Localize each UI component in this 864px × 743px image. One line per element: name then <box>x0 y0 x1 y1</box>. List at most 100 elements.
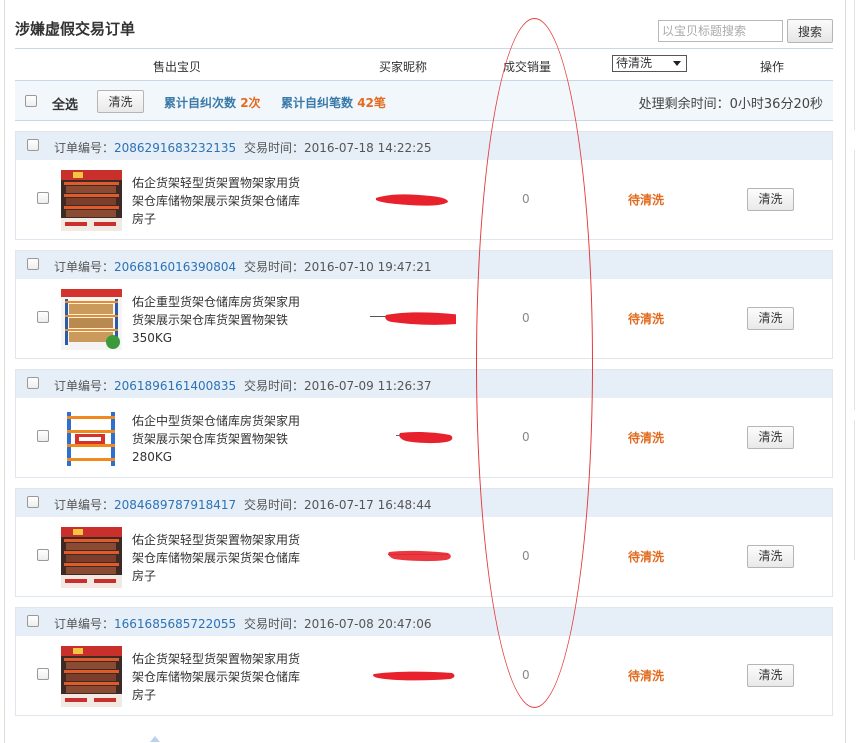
column-header: 售出宝贝 买家昵称 成交销量 待清洗 操作 <box>15 48 833 80</box>
page-title: 涉嫌虚假交易订单 <box>15 20 136 38</box>
order-number-link[interactable]: 2084689787918417 <box>114 498 236 512</box>
trade-time-label: 交易时间： <box>244 379 305 393</box>
order-number-link[interactable]: 2086291683232135 <box>114 141 236 155</box>
order-card: 订单编号：2066816016390804 交易时间：2016-07-10 19… <box>15 250 833 359</box>
remaining-time-value: 0小时36分20秒 <box>729 97 823 112</box>
sales-count: 0 <box>522 549 530 563</box>
order-number-label: 订单编号： <box>54 498 115 512</box>
buyer-nickname-redacted <box>396 431 453 444</box>
product-title-link[interactable]: 佑企中型货架仓储库房货架家用货架展示架仓库货架置物架铁280KG <box>132 412 310 466</box>
order-card: 订单编号：2061896161400835 交易时间：2016-07-09 11… <box>15 369 833 478</box>
product-thumbnail[interactable] <box>61 170 122 231</box>
correction-times-value: 2次 <box>240 96 261 110</box>
status-badge: 待清洗 <box>628 669 665 683</box>
item-checkbox[interactable] <box>37 430 49 442</box>
buyer-nickname-redacted <box>376 194 448 206</box>
order-number-label: 订单编号： <box>54 141 115 155</box>
trade-time: 2016-07-09 11:26:37 <box>304 379 432 393</box>
product-title-link[interactable]: 佑企货架轻型货架置物架家用货架仓库储物架展示架货架仓储库房子 <box>132 650 310 704</box>
order-number-link[interactable]: 2066816016390804 <box>114 260 236 274</box>
shelf-product-image <box>61 527 122 588</box>
clean-button[interactable]: 清洗 <box>747 307 794 330</box>
column-sales: 成交销量 <box>503 60 552 74</box>
product-title-link[interactable]: 佑企货架轻型货架置物架家用货架仓库储物架展示架货架仓储库房子 <box>132 531 310 585</box>
order-header: 订单编号：2084689787918417 交易时间：2016-07-17 16… <box>16 489 832 517</box>
trade-time: 2016-07-18 14:22:25 <box>304 141 432 155</box>
shelf-product-image <box>61 289 122 350</box>
order-card: 订单编号：2084689787918417 交易时间：2016-07-17 16… <box>15 488 833 597</box>
trade-time: 2016-07-10 19:47:21 <box>304 260 432 274</box>
correction-times-stat: 累计自纠次数 2次 <box>164 94 261 111</box>
buyer-nickname-redacted <box>373 671 455 681</box>
batch-clean-button[interactable]: 清洗 <box>97 90 144 113</box>
trade-time-label: 交易时间： <box>244 617 305 631</box>
sales-count: 0 <box>522 192 530 206</box>
item-checkbox[interactable] <box>37 192 49 204</box>
column-action: 操作 <box>760 60 785 74</box>
product-thumbnail[interactable] <box>61 408 122 469</box>
search-input[interactable] <box>658 20 783 42</box>
search-button[interactable]: 搜索 <box>787 19 833 43</box>
correction-times-label: 累计自纠次数 <box>164 96 237 110</box>
scroll-up-arrow-icon[interactable] <box>150 736 160 742</box>
select-all-checkbox[interactable] <box>25 95 37 107</box>
status-badge: 待清洗 <box>628 550 665 564</box>
trade-time-label: 交易时间： <box>244 498 305 512</box>
right-edge-panel <box>852 0 864 743</box>
order-number-link[interactable]: 2061896161400835 <box>114 379 236 393</box>
item-checkbox[interactable] <box>37 311 49 323</box>
item-checkbox[interactable] <box>37 668 49 680</box>
product-thumbnail[interactable] <box>61 527 122 588</box>
status-filter-value: 待清洗 <box>616 56 653 70</box>
clean-button[interactable]: 清洗 <box>747 188 794 211</box>
buyer-nickname-redacted <box>370 312 456 325</box>
product-thumbnail[interactable] <box>61 289 122 350</box>
clean-button[interactable]: 清洗 <box>747 664 794 687</box>
item-checkbox[interactable] <box>37 549 49 561</box>
order-checkbox[interactable] <box>27 258 39 270</box>
select-all-label: 全选 <box>52 98 79 113</box>
order-card: 订单编号：2086291683232135 交易时间：2016-07-18 14… <box>15 131 833 240</box>
correction-count-label: 累计自纠笔数 <box>281 96 354 110</box>
chevron-down-icon <box>673 61 681 66</box>
remaining-time: 处理剩余时间：0小时36分20秒 <box>639 93 823 112</box>
order-checkbox[interactable] <box>27 377 39 389</box>
product-title-link[interactable]: 佑企重型货架仓储库房货架家用货架展示架仓库货架置物架铁350KG <box>132 293 310 347</box>
status-filter-select[interactable]: 待清洗 <box>612 55 687 72</box>
order-header: 订单编号：2086291683232135 交易时间：2016-07-18 14… <box>16 132 832 160</box>
trade-time: 2016-07-08 20:47:06 <box>304 617 432 631</box>
buyer-nickname-redacted <box>388 550 451 562</box>
batch-toolbar: 全选 清洗 累计自纠次数 2次 累计自纠笔数 42笔 处理剩余时间：0小时36分… <box>15 80 833 121</box>
order-number-label: 订单编号： <box>54 379 115 393</box>
sales-count: 0 <box>522 668 530 682</box>
product-title-link[interactable]: 佑企货架轻型货架置物架家用货架仓库储物架展示架货架仓储库房子 <box>132 174 310 228</box>
shelf-product-image <box>61 170 122 231</box>
order-number-link[interactable]: 1661685685722055 <box>114 617 236 631</box>
order-checkbox[interactable] <box>27 139 39 151</box>
sales-count: 0 <box>522 430 530 444</box>
column-buyer: 买家昵称 <box>379 60 428 74</box>
order-number-label: 订单编号： <box>54 260 115 274</box>
correction-count-value: 42笔 <box>357 96 386 110</box>
shelf-product-image <box>61 408 122 469</box>
order-checkbox[interactable] <box>27 615 39 627</box>
trade-time-label: 交易时间： <box>244 141 305 155</box>
product-thumbnail[interactable] <box>61 646 122 707</box>
remaining-time-label: 处理剩余时间： <box>638 97 730 112</box>
order-header: 订单编号：2066816016390804 交易时间：2016-07-10 19… <box>16 251 832 279</box>
order-number-label: 订单编号： <box>54 617 115 631</box>
clean-button[interactable]: 清洗 <box>747 426 794 449</box>
trade-time-label: 交易时间： <box>244 260 305 274</box>
order-header: 订单编号：1661685685722055 交易时间：2016-07-08 20… <box>16 608 832 636</box>
order-card: 订单编号：1661685685722055 交易时间：2016-07-08 20… <box>15 607 833 716</box>
order-header: 订单编号：2061896161400835 交易时间：2016-07-09 11… <box>16 370 832 398</box>
shelf-product-image <box>61 646 122 707</box>
trade-time: 2016-07-17 16:48:44 <box>304 498 432 512</box>
status-badge: 待清洗 <box>628 193 665 207</box>
clean-button[interactable]: 清洗 <box>747 545 794 568</box>
correction-count-stat: 累计自纠笔数 42笔 <box>281 94 386 111</box>
status-badge: 待清洗 <box>628 431 665 445</box>
order-checkbox[interactable] <box>27 496 39 508</box>
sales-count: 0 <box>522 311 530 325</box>
status-badge: 待清洗 <box>628 312 665 326</box>
